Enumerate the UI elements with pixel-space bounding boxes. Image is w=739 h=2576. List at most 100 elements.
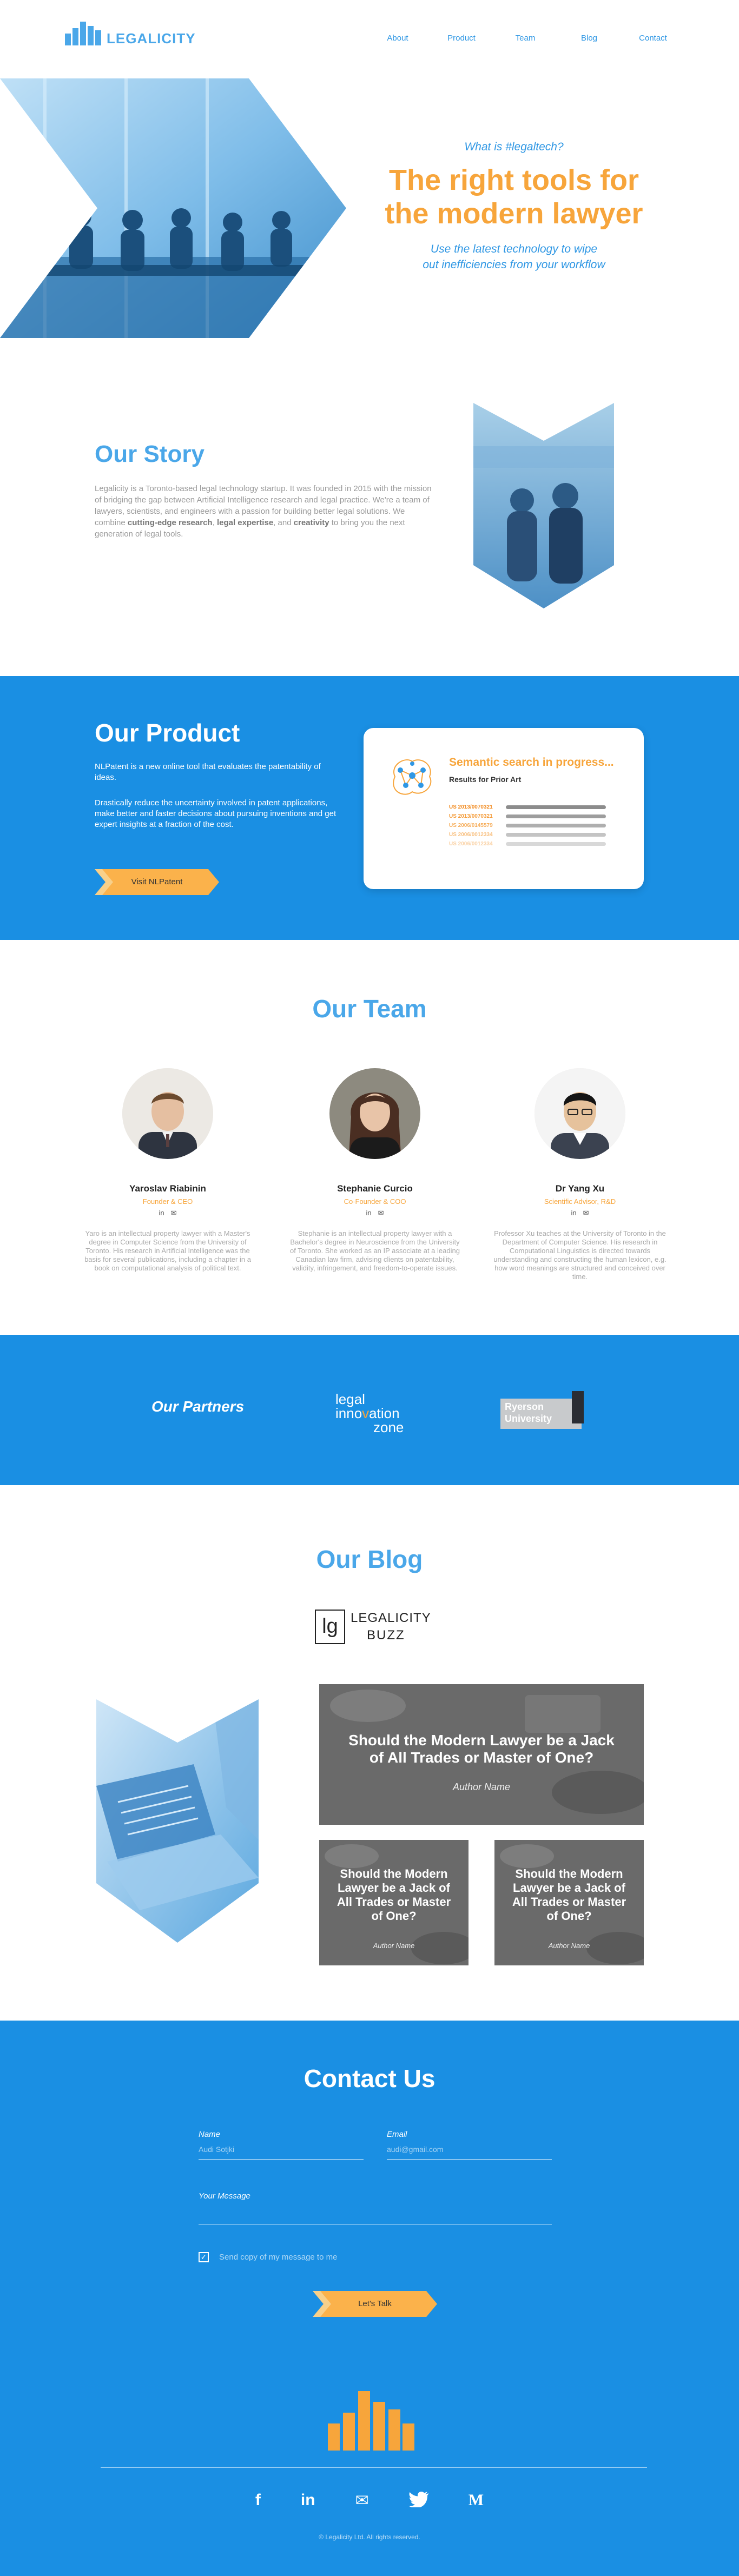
product-description-2: Drastically reduce the uncertainty invol… xyxy=(95,798,336,829)
footer-divider xyxy=(101,2467,647,2468)
ryerson-line1: Ryerson xyxy=(505,1401,544,1412)
send-copy-label: Send copy of my message to me xyxy=(219,2253,338,2262)
hero-title: The right tools for the modern lawyer xyxy=(368,163,660,230)
post-author: Author Name xyxy=(452,1782,511,1792)
result-score-bar xyxy=(506,824,606,827)
linkedin-icon[interactable]: in xyxy=(571,1209,576,1217)
mail-icon[interactable]: ✉ xyxy=(583,1209,589,1217)
page: LEGALICITY About Product Team Blog Conta… xyxy=(0,0,739,2576)
visit-nlpatent-button[interactable]: Visit NLPatent xyxy=(95,869,219,895)
member-bio: Professor Xu teaches at the University o… xyxy=(493,1229,667,1281)
email-field[interactable]: audi@gmail.com xyxy=(387,2145,443,2154)
linkedin-icon[interactable]: in xyxy=(159,1209,164,1217)
name-field[interactable]: Audi Sotjki xyxy=(199,2145,234,2154)
story-title: Our Story xyxy=(95,441,204,467)
nav-item-team[interactable]: Team xyxy=(493,34,557,43)
nav-item-about[interactable]: About xyxy=(366,34,430,43)
nav-item-contact[interactable]: Contact xyxy=(621,34,685,43)
story-bold-research: cutting-edge research xyxy=(127,518,213,527)
story-section: Our Story Legalicity is a Toronto-based … xyxy=(0,338,739,676)
linkedin-icon[interactable]: in xyxy=(366,1209,371,1217)
message-field[interactable] xyxy=(199,2202,552,2224)
post-title-line: Should the Modern Lawyer be a Jack xyxy=(348,1732,615,1749)
story-bold-creativity: creativity xyxy=(293,518,329,527)
legal-innovation-zone-logo[interactable]: legal innovation zone xyxy=(335,1392,404,1434)
post-title: Should the Modern Lawyer be a Jack of All… xyxy=(319,1732,644,1766)
logo-text: LEGALICITY xyxy=(107,30,196,47)
twitter-icon[interactable] xyxy=(408,2491,428,2512)
contact-title: Contact Us xyxy=(303,2064,436,2092)
contact-section: Contact Us Name Audi Sotjki Email audi@g… xyxy=(0,2021,739,2576)
post-title-line: All Trades or Master xyxy=(336,1895,451,1909)
story-text-b: , xyxy=(212,518,217,527)
blog-title: Our Blog xyxy=(316,1545,423,1573)
team-member-card: Stephanie Curcio Co-Founder & COO in ✉ St… xyxy=(288,1068,461,1273)
copyright: © Legalicity Ltd. All rights reserved. xyxy=(319,2533,420,2541)
send-copy-checkbox[interactable]: ✓ xyxy=(199,2252,209,2262)
card-subtitle: Results for Prior Art xyxy=(449,775,522,784)
post-title-line: of One? xyxy=(546,1909,592,1923)
partners-section: Our Partners legal innovation zone Ryers… xyxy=(0,1335,739,1485)
member-name: Dr Yang Xu xyxy=(555,1183,605,1194)
mail-icon[interactable]: ✉ xyxy=(171,1209,177,1217)
lets-talk-label: Let's Talk xyxy=(358,2299,392,2308)
blog-section: Our Blog lg LEGALICITY BUZZ Should the M… xyxy=(0,1485,739,2021)
blog-post-card[interactable]: Should the Modern Lawyer be a Jack of All … xyxy=(319,1840,469,1965)
mail-icon[interactable]: ✉ xyxy=(378,1209,384,1217)
blog-post-card[interactable]: Should the Modern Lawyer be a Jack of All … xyxy=(494,1840,644,1965)
result-score-bar xyxy=(506,842,606,846)
hero-sub-line1: Use the latest technology to wipe xyxy=(430,243,598,255)
result-id: US 2013/0070321 xyxy=(449,813,493,819)
nlpatent-preview-card: Semantic search in progress... Results f… xyxy=(364,728,644,889)
lio-line1: legal xyxy=(335,1391,365,1407)
avatar xyxy=(329,1068,420,1164)
result-id: US 2006/0012334 xyxy=(449,841,493,847)
nav-item-product[interactable]: Product xyxy=(430,34,493,43)
ryerson-university-logo[interactable]: Ryerson University xyxy=(500,1391,586,1430)
facebook-icon[interactable]: f xyxy=(255,2491,261,2512)
product-title: Our Product xyxy=(95,719,240,747)
ryerson-logo-bar xyxy=(572,1391,584,1423)
member-social-links: in ✉ xyxy=(288,1209,461,1217)
member-name: Yaroslav Riabinin xyxy=(129,1183,206,1194)
logo-bars-icon xyxy=(65,22,101,45)
lio-accent-v: v xyxy=(362,1405,370,1421)
nav-item-blog[interactable]: Blog xyxy=(557,34,621,43)
post-title-line: of One? xyxy=(371,1909,417,1923)
mail-icon[interactable]: ✉ xyxy=(355,2491,369,2512)
name-label: Name xyxy=(199,2130,221,2139)
team-title: Our Team xyxy=(312,995,427,1023)
product-description-1: NLPatent is a new online tool that evalu… xyxy=(95,762,321,782)
medium-icon[interactable]: M xyxy=(469,2491,484,2512)
member-name: Stephanie Curcio xyxy=(337,1183,413,1194)
lio-line3: zone xyxy=(373,1419,404,1435)
member-role: Co-Founder & COO xyxy=(344,1197,406,1206)
post-title-line: of All Trades or Master of One? xyxy=(369,1749,594,1766)
member-role: Founder & CEO xyxy=(142,1197,193,1206)
founders-photo xyxy=(473,403,614,608)
result-id: US 2013/0070321 xyxy=(449,804,493,810)
hero: What is #legaltech? The right tools for … xyxy=(0,78,739,338)
story-body: Legalicity is a Toronto-based legal tech… xyxy=(95,483,436,540)
buzz-word1: LEGALICITY xyxy=(351,1611,431,1625)
linkedin-icon[interactable]: in xyxy=(301,2491,315,2512)
post-title: Should the Modern Lawyer be a Jack of All … xyxy=(319,1867,469,1923)
post-title-line: Should the Modern xyxy=(340,1867,448,1880)
avatar xyxy=(122,1068,213,1164)
ryerson-line2: University xyxy=(505,1413,552,1424)
footer-logo-icon xyxy=(328,2391,414,2451)
post-title-line: Lawyer be a Jack of xyxy=(513,1881,625,1895)
result-row: US 2006/0012334 xyxy=(449,839,606,849)
logo[interactable]: LEGALICITY xyxy=(65,22,196,45)
nav-links: About Product Team Blog Contact xyxy=(366,34,685,43)
hero-sub-line2: out inefficiencies from your workflow xyxy=(423,259,605,271)
hero-subtitle: Use the latest technology to wipe out in… xyxy=(368,241,660,273)
post-author: Author Name xyxy=(373,1942,415,1950)
blog-post-featured[interactable]: Should the Modern Lawyer be a Jack of All… xyxy=(319,1684,644,1825)
member-bio: Stephanie is an intellectual property la… xyxy=(290,1229,460,1272)
brain-network-icon xyxy=(393,759,432,795)
lets-talk-button[interactable]: Let's Talk xyxy=(313,2291,437,2317)
results-list: US 2013/0070321 US 2013/0070321 US 2006/… xyxy=(449,803,606,849)
post-author: Author Name xyxy=(548,1942,590,1950)
lio-line2: innovation xyxy=(335,1406,404,1420)
